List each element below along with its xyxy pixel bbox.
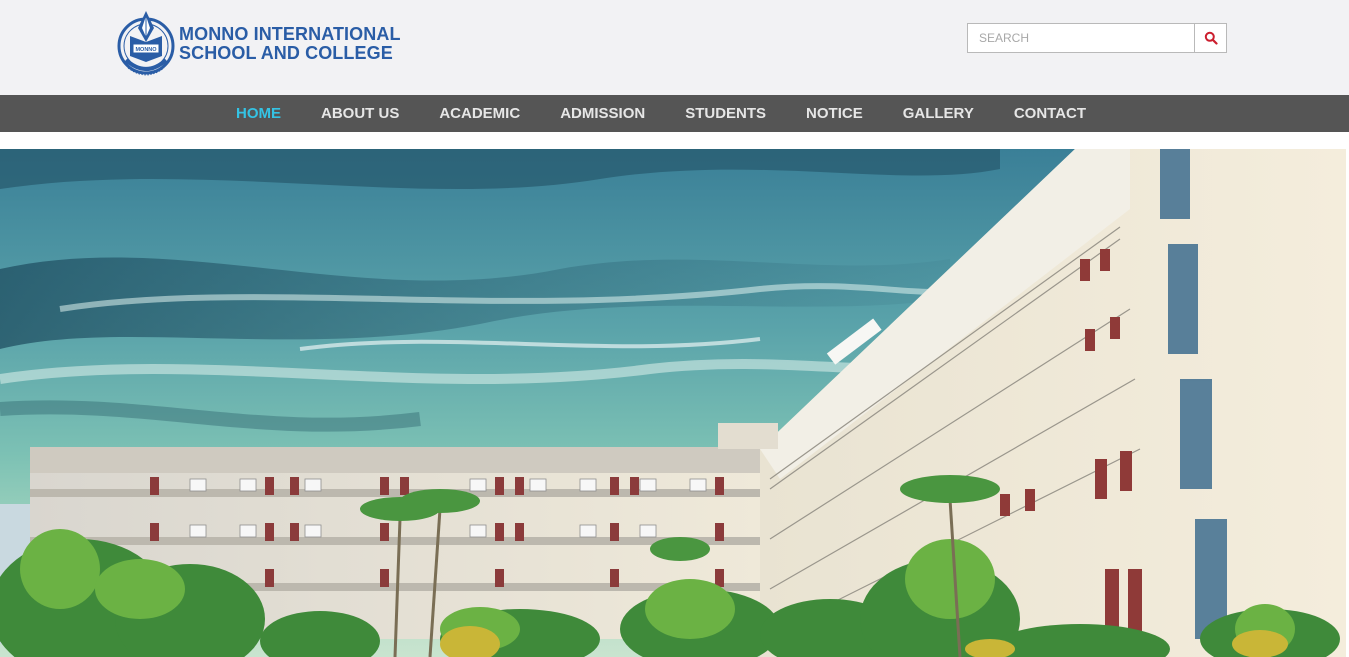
search-button[interactable]	[1194, 24, 1226, 52]
campus-building-photo	[0, 149, 1346, 657]
search-box	[967, 23, 1227, 53]
search-icon	[1204, 31, 1218, 45]
brand-line-1: MONNO INTERNATIONAL	[179, 24, 401, 44]
nav-menu: HOME ABOUT US ACADEMIC ADMISSION STUDENT…	[216, 95, 1106, 132]
site-header: MONNO MONNO INTERNATIONAL SCHOOL AND COL…	[0, 0, 1349, 95]
brand-name: MONNO INTERNATIONAL SCHOOL AND COLLEGE	[179, 25, 401, 63]
main-navigation: HOME ABOUT US ACADEMIC ADMISSION STUDENT…	[0, 95, 1349, 132]
nav-item-students[interactable]: STUDENTS	[665, 95, 786, 132]
search-input[interactable]	[968, 24, 1194, 52]
nav-item-about-us[interactable]: ABOUT US	[301, 95, 419, 132]
nav-item-admission[interactable]: ADMISSION	[540, 95, 665, 132]
nav-item-notice[interactable]: NOTICE	[786, 95, 883, 132]
nav-item-academic[interactable]: ACADEMIC	[419, 95, 540, 132]
hero-banner	[0, 149, 1346, 657]
brand-line-2: SCHOOL AND COLLEGE	[179, 43, 393, 63]
emblem-label: MONNO	[135, 47, 157, 53]
nav-item-contact[interactable]: CONTACT	[994, 95, 1106, 132]
nav-item-home[interactable]: HOME	[216, 95, 301, 132]
site-logo[interactable]: MONNO MONNO INTERNATIONAL SCHOOL AND COL…	[116, 8, 401, 80]
school-emblem-icon: MONNO	[117, 11, 175, 76]
nav-item-gallery[interactable]: GALLERY	[883, 95, 994, 132]
